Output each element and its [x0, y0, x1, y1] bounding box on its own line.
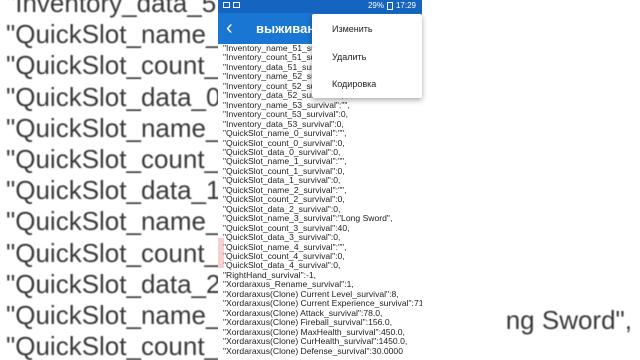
background-text: "QuickSlot_name_: [6, 206, 218, 237]
back-arrow-icon[interactable]: ‹: [226, 16, 233, 40]
background-text: "QuickSlot_data_2: [6, 268, 218, 299]
notification-icon: [223, 2, 230, 8]
battery-percent: 29%: [367, 1, 384, 10]
menu-item-delete[interactable]: Удалить: [332, 52, 366, 62]
background-text: "QuickSlot_count_: [6, 237, 218, 268]
status-bar: 29% 17:29: [218, 0, 422, 13]
menu-item-encoding[interactable]: Кодировка: [332, 79, 376, 89]
overflow-menu: Изменить Удалить Кодировка: [312, 14, 422, 98]
background-text: "QuickSlot_name_: [6, 112, 218, 143]
clock: 17:29: [395, 1, 416, 10]
background-left: "Inventory_data_5 "QuickSlot_name_ "QuickS…: [0, 0, 218, 360]
menu-item-edit[interactable]: Изменить: [332, 24, 373, 34]
background-text: ng Sword",: [505, 305, 632, 335]
battery-icon: [386, 1, 393, 10]
background-text: "QuickSlot_name_: [6, 19, 218, 50]
edge-highlight: [218, 238, 224, 268]
background-text: "QuickSlot_data_1: [6, 175, 218, 206]
text-line: "Xordaraxus(Clone) Defense_survival":30.…: [223, 345, 403, 356]
page-title: выживан: [256, 21, 316, 36]
notification-icon: [233, 2, 240, 8]
background-text: "QuickSlot_count_: [6, 144, 218, 174]
background-right: ng Sword",: [422, 0, 640, 360]
background-text: "QuickSlot_name_: [6, 300, 218, 330]
background-text: "QuickSlot_count_: [6, 331, 218, 360]
background-text: "QuickSlot_data_0: [6, 81, 218, 112]
background-text: "Inventory_data_5: [6, 0, 217, 18]
background-text: "QuickSlot_count_: [6, 50, 218, 81]
